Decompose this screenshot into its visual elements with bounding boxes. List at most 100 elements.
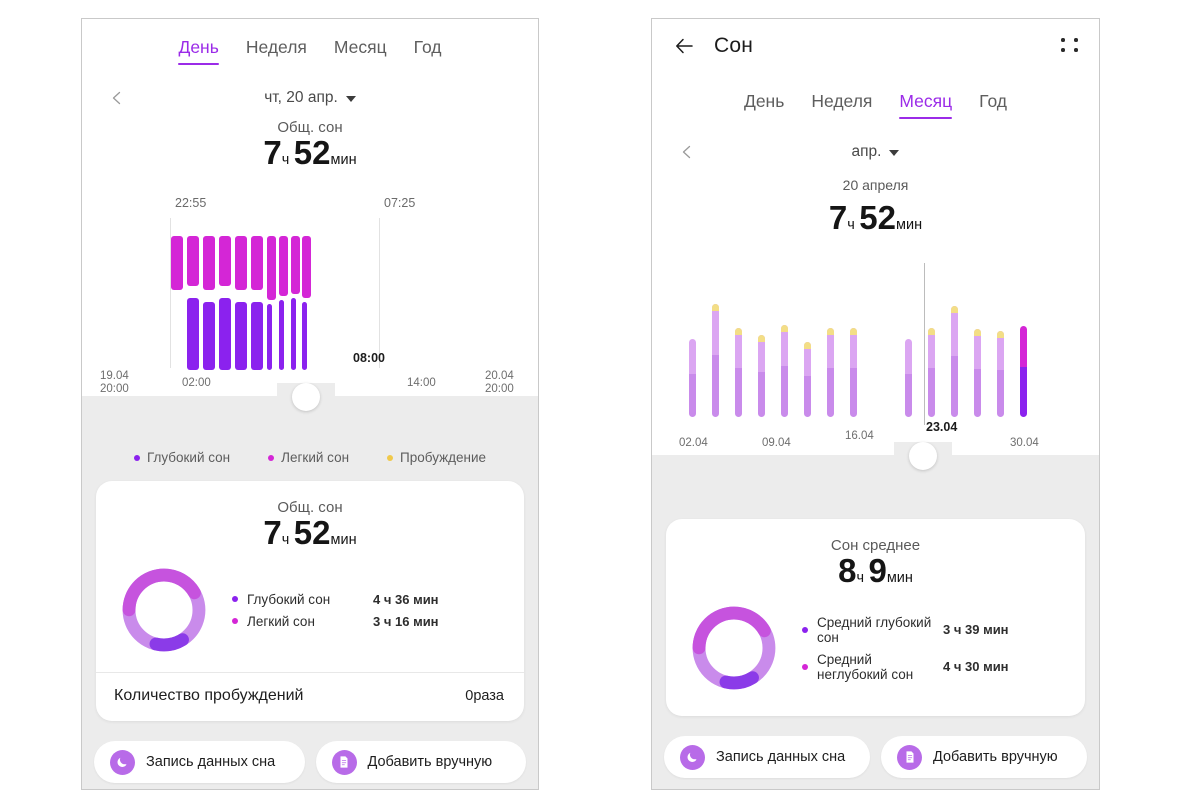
legend-item-light: Легкий сон [268, 450, 349, 465]
awakenings-label: Количество пробуждений [114, 687, 304, 704]
month-bar[interactable] [712, 304, 719, 417]
legend-label-light: Легкий сон [281, 450, 350, 465]
awakenings-row[interactable]: Количество пробуждений 0раза [96, 673, 524, 721]
month-bar[interactable] [758, 335, 765, 417]
month-bar[interactable] [997, 331, 1004, 417]
period-tabs-left: День Неделя Месяц Год [82, 19, 538, 65]
sleep-summary-card-right: Сон среднее 8ч 9мин Средний глубокий сон… [666, 519, 1085, 716]
month-bar[interactable] [781, 325, 788, 417]
four-dots-grid-icon[interactable] [1061, 38, 1078, 54]
metric-minutes-right: 52 [859, 199, 896, 236]
total-sleep-value-left: 7ч 52мин [82, 134, 538, 172]
month-bar[interactable] [974, 329, 981, 417]
bar-awake-marker [758, 335, 765, 342]
tab-month-right[interactable]: Месяц [899, 91, 952, 119]
donut-stats-row-left: Глубокий сон 4 ч 36 мин Легкий сон 3 ч 1… [96, 552, 524, 672]
bar-deep-portion [951, 356, 958, 417]
bar-deep-portion [1020, 367, 1027, 417]
bar-deep-portion [735, 368, 742, 417]
axis-label-end: 20.04 20:00 [485, 370, 514, 395]
page-title: Сон [714, 34, 754, 57]
sleep-stats-left: Глубокий сон 4 ч 36 мин Легкий сон 3 ч 1… [232, 585, 504, 636]
metric-hours-right: 7 [828, 199, 848, 236]
month-bar-chart[interactable]: 02.04 09.04 16.04 23.04 30.04 [652, 255, 1099, 455]
bar-deep-portion [928, 368, 935, 417]
bar-awake-marker [712, 304, 719, 311]
scrubber-knob[interactable] [292, 383, 320, 411]
action-buttons-left: Запись данных сна Добавить вручную [82, 733, 538, 789]
hypnogram-chart[interactable]: 22:55 07:25 08:00 19.04 20:00 02:00 14:00… [82, 196, 538, 396]
metric-minutes: 52 [293, 134, 331, 171]
add-manually-button-left[interactable]: Добавить вручную [315, 741, 526, 783]
record-sleep-button-right[interactable]: Запись данных сна [664, 736, 870, 778]
timeline-scrubber-right[interactable] [652, 442, 1099, 497]
stat-value-avg-deep: 3 ч 39 мин [943, 622, 1009, 637]
stat-dot-light [232, 618, 238, 624]
tab-year[interactable]: Год [414, 37, 442, 65]
month-bar[interactable] [850, 328, 857, 417]
sleep-summary-card-left: Общ. сон 7ч 52мин Глубокий сон 4 ч 36 ми… [96, 481, 524, 721]
month-axis: 02.04 09.04 16.04 23.04 30.04 [652, 421, 1099, 455]
stat-value-deep: 4 ч 36 мин [373, 591, 439, 607]
bar-deep-portion [804, 376, 811, 417]
month-dropdown-right[interactable]: апр. [852, 143, 900, 161]
record-sleep-label-right: Запись данных сна [716, 749, 846, 765]
record-sleep-label-left: Запись данных сна [146, 754, 276, 770]
metric-minutes-unit-right: мин [896, 217, 923, 233]
note-icon [331, 749, 357, 775]
timeline-scrubber-left[interactable] [82, 383, 538, 438]
tab-week[interactable]: Неделя [246, 37, 307, 65]
selected-day-label: 20 апреля [842, 177, 909, 193]
stat-dot-avg-deep [802, 626, 808, 633]
stat-row-avg-deep: Средний глубокий сон 3 ч 39 мин [802, 615, 1065, 645]
moon-icon-right [680, 744, 705, 770]
axis-label-1604: 16.04 [845, 430, 874, 442]
add-manually-label-left: Добавить вручную [367, 754, 493, 770]
tab-week-right[interactable]: Неделя [811, 91, 872, 119]
legend-item-deep: Глубокий сон [133, 450, 230, 465]
bar-deep-portion [827, 368, 834, 417]
month-bar[interactable] [735, 328, 742, 417]
axis-label-start: 19.04 20:00 [100, 370, 129, 395]
chevron-down-icon-right [889, 150, 900, 156]
hypnogram-segment-light [279, 236, 288, 296]
add-manually-label-right: Добавить вручную [933, 749, 1058, 765]
chevron-left-icon[interactable] [110, 91, 124, 105]
bar-deep-portion [974, 369, 981, 417]
tab-day-right[interactable]: День [744, 91, 784, 119]
stat-label-deep: Глубокий сон [247, 591, 331, 607]
hypnogram-segment-deep [279, 300, 284, 370]
record-sleep-button-left[interactable]: Запись данных сна [94, 741, 305, 783]
arrow-left-icon[interactable] [672, 33, 698, 59]
tab-day[interactable]: День [178, 37, 220, 65]
bar-awake-marker [951, 306, 958, 313]
scrubber-knob-right[interactable] [909, 442, 937, 470]
date-dropdown-left[interactable]: чт, 20 апр. [264, 89, 356, 107]
month-bar[interactable] [928, 328, 935, 417]
bar-awake-marker [974, 329, 981, 336]
donut-stats-row-right: Средний глубокий сон 3 ч 39 мин Средний … [666, 590, 1085, 716]
date-label-left: чт, 20 апр. [264, 89, 338, 106]
month-bar[interactable] [689, 339, 696, 417]
month-bar[interactable] [827, 328, 834, 417]
hypnogram-segment-deep [219, 298, 231, 370]
card-metric-hours-right: 8 [838, 552, 857, 589]
axis-label-02: 02:00 [182, 377, 211, 389]
add-manually-button-right[interactable]: Добавить вручную [881, 736, 1087, 778]
chevron-left-icon-right[interactable] [680, 145, 694, 159]
month-bar[interactable] [951, 306, 958, 417]
month-bar[interactable] [905, 339, 912, 417]
action-buttons-right: Запись данных сна Добавить вручную [652, 728, 1099, 789]
card-metric-minutes-right: 9 [868, 552, 887, 589]
hypnogram-segment-light [171, 236, 183, 290]
metric-hours-unit-right: ч [847, 217, 855, 233]
hypnogram-segment-light [302, 236, 311, 298]
hypnogram-segment-deep [187, 298, 199, 370]
month-bar[interactable] [804, 342, 811, 417]
card-metric-hours: 7 [263, 514, 282, 551]
tab-month[interactable]: Месяц [334, 37, 387, 65]
phone-screen-day-view: День Неделя Месяц Год чт, 20 апр. Общ. с… [81, 18, 539, 790]
tab-year-right[interactable]: Год [979, 91, 1007, 119]
month-bar-highlighted[interactable] [1020, 326, 1027, 417]
stat-row-deep-left: Глубокий сон 4 ч 36 мин [232, 592, 504, 607]
